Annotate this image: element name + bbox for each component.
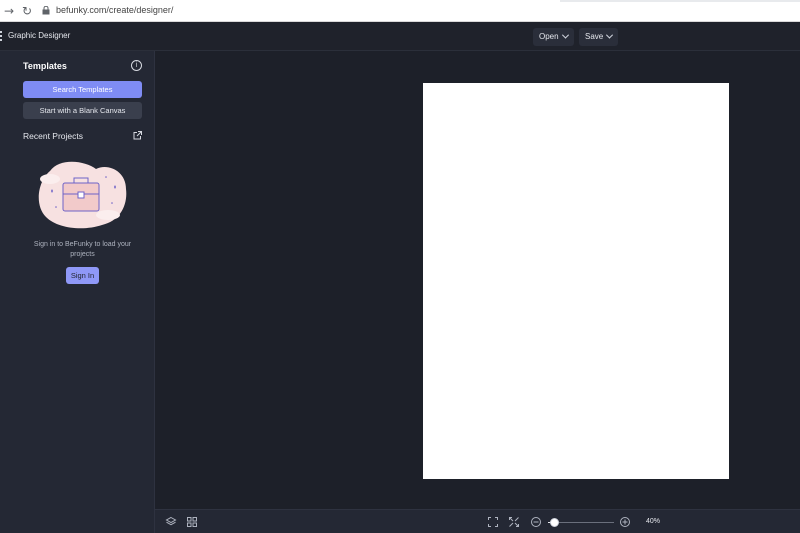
open-button[interactable]: Open: [533, 28, 574, 46]
lock-icon: [42, 6, 50, 15]
menu-icon[interactable]: [0, 31, 3, 42]
save-button[interactable]: Save: [579, 28, 619, 46]
workspace: [155, 51, 800, 509]
app-header: Graphic Designer Open Save: [0, 22, 800, 51]
forward-arrow-icon[interactable]: →: [2, 3, 16, 19]
signin-message: Sign in to BeFunky to load your projects: [33, 241, 132, 258]
app-title: Graphic Designer: [8, 31, 71, 40]
zoom-out-icon[interactable]: [530, 516, 542, 528]
chevron-down-icon: [561, 31, 569, 39]
info-icon[interactable]: i: [131, 60, 142, 71]
sidebar: Templates i Search Templates Start with …: [0, 51, 155, 533]
layers-icon[interactable]: [165, 516, 177, 528]
chevron-down-icon: [606, 31, 614, 39]
design-canvas[interactable]: [423, 83, 729, 479]
open-label: Open: [539, 32, 559, 41]
sign-in-button[interactable]: Sign In: [66, 267, 99, 284]
zoom-level-readout: 40%: [646, 518, 661, 525]
recent-projects-heading: Recent Projects: [23, 131, 83, 141]
reload-icon[interactable]: ↻: [20, 3, 34, 19]
briefcase-illustration: [38, 161, 127, 229]
save-label: Save: [585, 32, 604, 41]
zoom-slider-handle[interactable]: [550, 518, 559, 527]
external-link-icon[interactable]: [133, 131, 142, 140]
fit-screen-icon[interactable]: [487, 516, 499, 528]
url-text[interactable]: befunky.com/create/designer/: [56, 5, 173, 15]
search-templates-button[interactable]: Search Templates: [23, 81, 142, 98]
tab-strip-edge: [560, 0, 800, 2]
browser-address-bar: → ↻ befunky.com/create/designer/: [0, 0, 800, 22]
zoom-in-icon[interactable]: [619, 516, 631, 528]
actual-size-icon[interactable]: [508, 516, 520, 528]
bottom-toolbar: 40%: [155, 509, 800, 533]
blank-canvas-button[interactable]: Start with a Blank Canvas: [23, 102, 142, 119]
grid-icon[interactable]: [186, 516, 198, 528]
templates-heading: Templates: [23, 61, 67, 71]
